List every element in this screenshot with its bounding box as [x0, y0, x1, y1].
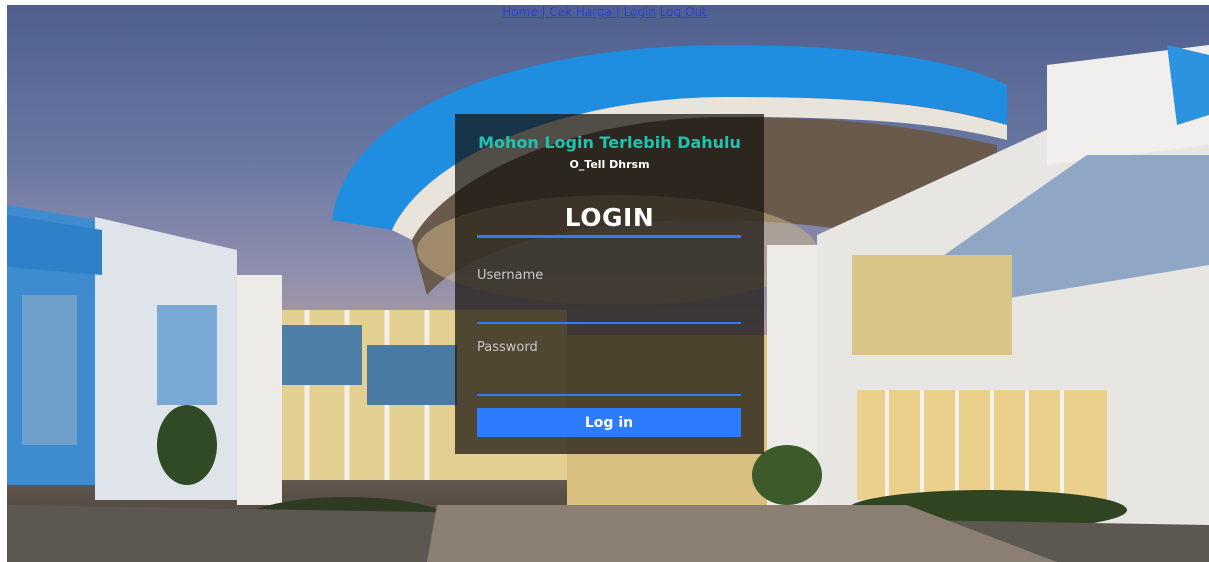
login-panel: Mohon Login Terlebih Dahulu O_Tell Dhrsm… [455, 114, 764, 454]
nav-separator: | [537, 5, 550, 19]
login-heading: LOGIN [564, 203, 655, 232]
panel-subtitle: O_Tell Dhrsm [569, 158, 650, 171]
top-nav: Home | Cek Harga | Login Log Out [0, 4, 1209, 20]
username-label: Username [477, 268, 544, 283]
username-input[interactable] [477, 300, 741, 324]
nav-link-logout[interactable]: Log Out [660, 5, 707, 19]
page: Home | Cek Harga | Login Log Out Mohon L… [0, 0, 1209, 562]
password-label: Password [477, 340, 538, 355]
heading-underline [477, 235, 741, 238]
password-input[interactable] [477, 372, 741, 396]
nav-link-cek-harga[interactable]: Cek Harga [549, 5, 612, 19]
nav-separator: | [611, 5, 624, 19]
nav-link-home[interactable]: Home [502, 5, 537, 19]
login-button[interactable]: Log in [477, 408, 741, 437]
nav-link-login[interactable]: Login [624, 5, 656, 19]
panel-title: Mohon Login Terlebih Dahulu [478, 133, 741, 152]
